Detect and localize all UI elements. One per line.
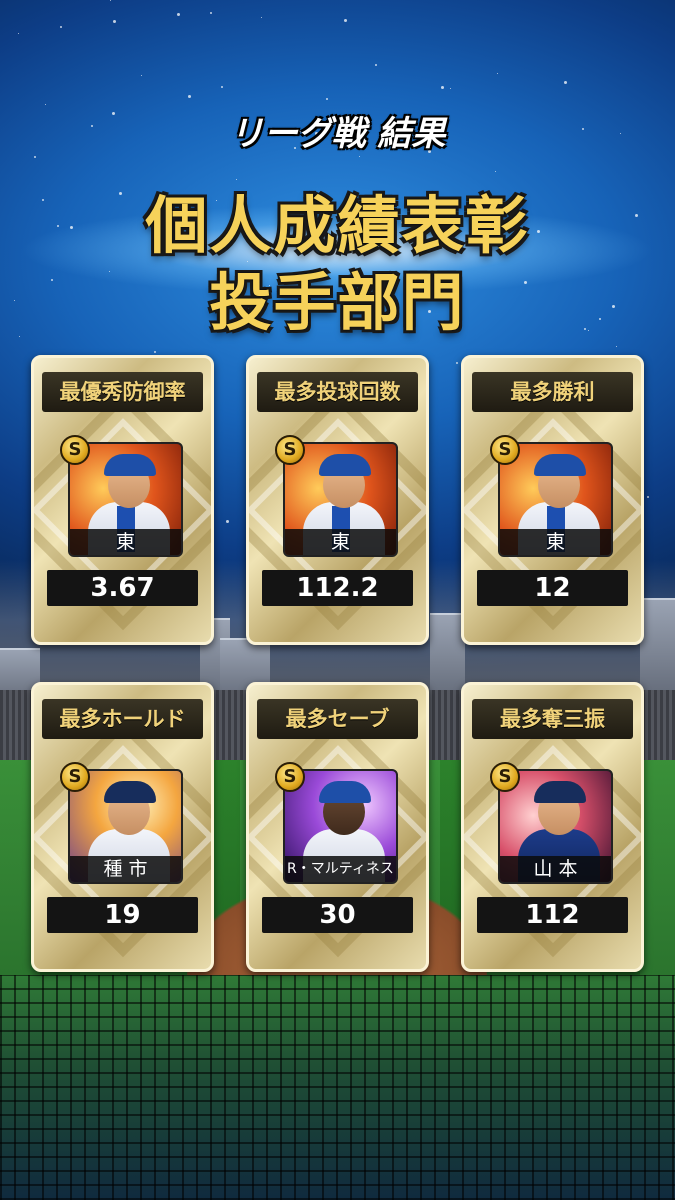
award-category-label: 最多奪三振: [472, 699, 633, 739]
baseball-cap-icon: [319, 781, 371, 803]
sparkle-icon: [450, 88, 451, 89]
award-category-label: 最多ホールド: [42, 699, 203, 739]
sparkle-icon: [359, 156, 360, 157]
award-category-label: 最多勝利: [472, 372, 633, 412]
baseball-cap-icon: [534, 781, 586, 803]
sparkle-icon: [177, 13, 180, 16]
player-name: R・マルティネス: [285, 856, 396, 882]
award-category-label: 最優秀防御率: [42, 372, 203, 412]
sparkle-icon: [141, 75, 142, 76]
sparkle-icon: [495, 171, 496, 172]
sparkle-icon: [441, 86, 444, 89]
player-name: 山 本: [500, 856, 611, 882]
award-value: 19: [47, 897, 198, 933]
award-card-wins[interactable]: 最多勝利 S 東 12: [461, 355, 644, 645]
award-value: 3.67: [47, 570, 198, 606]
sparkle-icon: [497, 73, 498, 74]
sparkle-icon: [18, 33, 19, 34]
s-rank-badge-icon: S: [60, 762, 90, 792]
baseball-cap-icon: [104, 781, 156, 803]
award-value: 112: [477, 897, 628, 933]
sparkle-icon: [221, 86, 223, 88]
award-category-label: 最多投球回数: [257, 372, 418, 412]
sparkle-icon: [34, 156, 36, 158]
s-rank-badge-icon: S: [490, 762, 520, 792]
sparkle-icon: [226, 520, 229, 523]
sparkle-icon: [110, 0, 111, 1]
sparkle-icon: [45, 104, 46, 105]
award-card-strikeouts[interactable]: 最多奪三振 S 山 本 112: [461, 682, 644, 972]
award-category-label: 最多セーブ: [257, 699, 418, 739]
player-name: 東: [70, 529, 181, 555]
sparkle-icon: [344, 19, 347, 22]
sparkle-icon: [456, 362, 458, 364]
sparkle-icon: [616, 346, 617, 347]
award-value: 112.2: [262, 570, 413, 606]
s-rank-badge-icon: S: [60, 435, 90, 465]
sparkle-icon: [154, 351, 156, 353]
sparkle-icon: [647, 496, 649, 498]
award-card-innings[interactable]: 最多投球回数 S 東 112.2: [246, 355, 429, 645]
sparkle-icon: [210, 12, 212, 14]
sparkle-icon: [261, 17, 262, 18]
player-name: 東: [285, 529, 396, 555]
sparkle-icon: [375, 64, 377, 66]
baseball-cap-icon: [104, 454, 156, 476]
baseball-cap-icon: [319, 454, 371, 476]
sparkle-icon: [60, 26, 62, 28]
award-card-holds[interactable]: 最多ホールド S 種 市 19: [31, 682, 214, 972]
player-name: 東: [500, 529, 611, 555]
sparkle-icon: [326, 98, 328, 100]
s-rank-badge-icon: S: [275, 762, 305, 792]
player-name: 種 市: [70, 856, 181, 882]
league-result-subtitle: リーグ戦 結果: [229, 114, 446, 154]
s-rank-badge-icon: S: [490, 435, 520, 465]
award-card-saves[interactable]: 最多セーブ S R・マルティネス 30: [246, 682, 429, 972]
sparkle-icon: [188, 95, 191, 98]
s-rank-badge-icon: S: [275, 435, 305, 465]
award-value: 12: [477, 570, 628, 606]
sparkle-icon: [113, 20, 116, 23]
pitcher-category-title: 投手部門: [209, 266, 466, 339]
award-value: 30: [262, 897, 413, 933]
baseball-cap-icon: [534, 454, 586, 476]
backstop-net: [0, 975, 675, 1200]
award-card-era[interactable]: 最優秀防御率 S 東 3.67: [31, 355, 214, 645]
sparkle-icon: [564, 81, 567, 84]
